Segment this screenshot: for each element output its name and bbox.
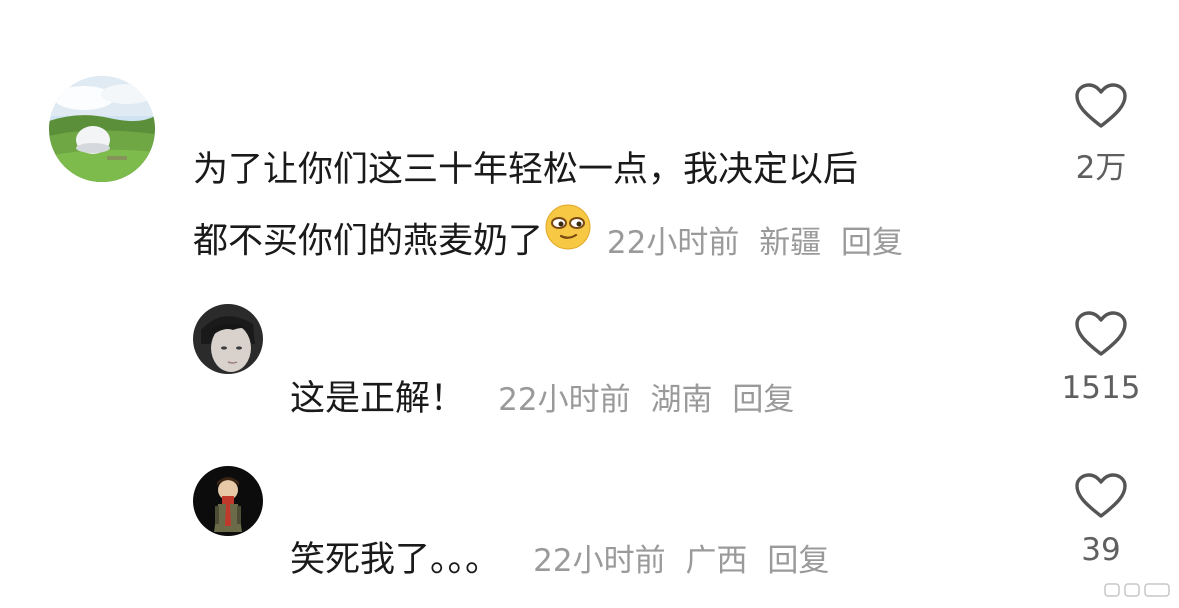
comment-time: 22小时前 bbox=[533, 543, 666, 579]
like-button[interactable]: 1515 bbox=[1041, 310, 1161, 406]
comment-location: 广西 bbox=[685, 543, 748, 579]
reply-button[interactable]: 回复 bbox=[841, 225, 903, 261]
like-count: 39 bbox=[1081, 532, 1121, 568]
avatar-landscape-image bbox=[49, 76, 155, 182]
watermark-logo bbox=[1104, 583, 1170, 597]
comment-text: 为了让你们这三十年轻松一点，我决定以后 都不买你们的燕麦奶了 22小时前 新疆 … bbox=[193, 136, 913, 281]
comment-meta: 22小时前 新疆 回复 bbox=[597, 225, 913, 261]
like-count: 1515 bbox=[1061, 370, 1141, 406]
comment-text: 笑死我了。。。 22小时前 广西 回复 bbox=[290, 526, 839, 595]
comment-text-segment: 都不买你们的燕麦奶了 bbox=[193, 221, 544, 262]
like-button[interactable]: 39 bbox=[1041, 472, 1161, 568]
comment-location: 新疆 bbox=[759, 224, 822, 261]
heart-outline-icon[interactable] bbox=[1074, 472, 1128, 520]
comment-location: 湖南 bbox=[650, 382, 713, 418]
comment-time: 22小时前 bbox=[498, 382, 631, 418]
avatar-cartoon-image bbox=[193, 466, 263, 536]
reply-button[interactable]: 回复 bbox=[732, 382, 794, 418]
avatar[interactable] bbox=[193, 304, 263, 374]
comment-text-line: 为了让你们这三十年轻松一点，我决定以后 bbox=[193, 150, 859, 190]
reply-button[interactable]: 回复 bbox=[767, 543, 829, 579]
heart-outline-icon[interactable] bbox=[1074, 82, 1128, 130]
comment-text: 这是正解！ 22小时前 湖南 回复 bbox=[290, 365, 804, 434]
comment-text-line: 都不买你们的燕麦奶了 22小时前 新疆 回复 bbox=[193, 204, 913, 281]
comment-meta: 22小时前 广西 回复 bbox=[533, 543, 839, 579]
comment-time: 22小时前 bbox=[606, 224, 740, 261]
smug-face-emoji bbox=[545, 204, 591, 273]
avatar[interactable] bbox=[49, 76, 155, 182]
like-count: 2万 bbox=[1075, 150, 1127, 186]
avatar-portrait-image bbox=[193, 304, 263, 374]
comment-text-segment: 笑死我了。。。 bbox=[290, 540, 501, 580]
like-button[interactable]: 2万 bbox=[1041, 82, 1161, 187]
avatar[interactable] bbox=[193, 466, 263, 536]
comment-meta: 22小时前 湖南 回复 bbox=[498, 382, 804, 418]
heart-outline-icon[interactable] bbox=[1074, 310, 1128, 358]
comment-text-segment: 这是正解！ bbox=[290, 379, 466, 419]
comment-list: 为了让你们这三十年轻松一点，我决定以后 都不买你们的燕麦奶了 22小时前 新疆 … bbox=[0, 0, 1179, 608]
